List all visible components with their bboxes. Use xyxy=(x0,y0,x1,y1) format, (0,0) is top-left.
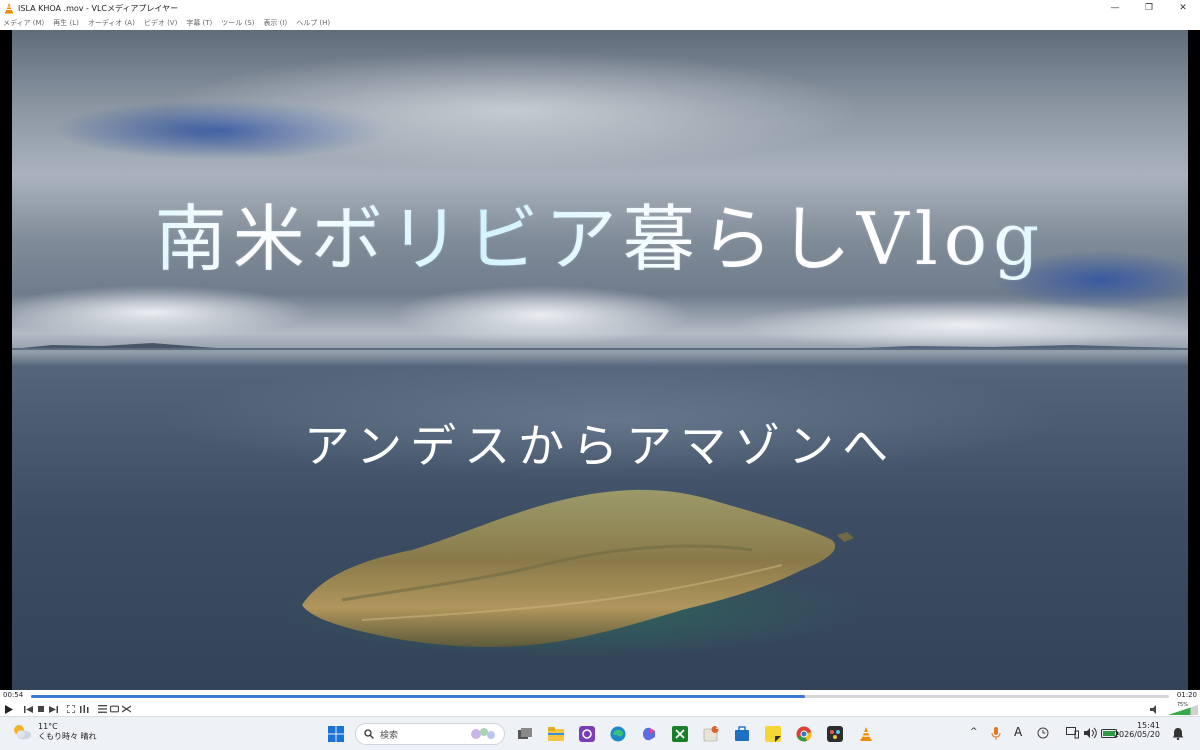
start-button[interactable] xyxy=(327,725,345,743)
task-view-button[interactable] xyxy=(516,725,534,743)
windows-start-icon xyxy=(328,726,344,742)
search-icon xyxy=(364,729,374,739)
app-purple-icon xyxy=(579,726,595,742)
equalizer-icon xyxy=(79,705,88,713)
vlc-cone-icon xyxy=(5,3,13,14)
fullscreen-icon xyxy=(67,705,75,713)
tray-overflow-chevron-icon[interactable]: ^ xyxy=(970,727,978,737)
maximize-button[interactable]: ❐ xyxy=(1132,0,1166,16)
current-time: 00:54 xyxy=(3,691,24,699)
davinci-icon xyxy=(827,726,843,742)
cloud-left xyxy=(12,285,312,340)
minimize-button[interactable]: — xyxy=(1098,0,1132,16)
taskbar: 11°C くもり時々 晴れ 検索 1 ^ A 15:41 2026/05/20 xyxy=(0,716,1200,750)
office-button[interactable]: 1 xyxy=(702,724,720,743)
menu-playback[interactable]: 再生 (L) xyxy=(53,18,79,28)
clock-date: 2026/05/20 xyxy=(1113,730,1160,739)
video-subtitle-overlay: アンデスからアマゾンへ xyxy=(303,419,897,473)
search-placeholder: 検索 xyxy=(380,730,399,741)
weather-description: くもり時々 晴れ xyxy=(38,732,97,741)
speaker-icon[interactable] xyxy=(1150,705,1160,714)
total-time: 01:20 xyxy=(1176,691,1197,699)
title-bar: ISLA KHOA .mov - VLCメディアプレイヤー — ❐ ✕ xyxy=(0,0,1200,16)
play-icon xyxy=(5,704,13,714)
playlist-button[interactable] xyxy=(96,703,108,715)
chrome-button[interactable] xyxy=(795,725,813,743)
taskbar-search[interactable]: 検索 xyxy=(355,723,505,745)
stop-button[interactable] xyxy=(35,703,47,715)
weather-widget[interactable]: 11°C くもり時々 晴れ xyxy=(12,722,97,742)
m365-icon xyxy=(643,727,655,741)
file-explorer-button[interactable] xyxy=(547,725,565,743)
island-image xyxy=(282,489,862,660)
previous-button[interactable] xyxy=(22,703,34,715)
minimize-icon: — xyxy=(1110,3,1120,13)
store-icon xyxy=(735,726,749,741)
fullscreen-button[interactable] xyxy=(65,703,77,715)
m365-button[interactable] xyxy=(640,725,658,743)
restore-icon: ❐ xyxy=(1144,3,1154,13)
chrome-icon xyxy=(796,726,812,742)
menu-video[interactable]: ビデオ (V) xyxy=(144,18,177,28)
search-highlight-icon xyxy=(471,728,495,739)
next-icon xyxy=(48,705,58,713)
microphone-icon[interactable] xyxy=(991,727,1001,740)
edge-icon xyxy=(610,726,626,742)
close-button[interactable]: ✕ xyxy=(1166,0,1200,16)
weather-temperature: 11°C xyxy=(38,722,58,731)
menu-subtitle[interactable]: 字幕 (T) xyxy=(186,18,212,28)
edge-button[interactable] xyxy=(609,725,627,743)
notification-badge: 1 xyxy=(715,724,719,731)
menu-media[interactable]: メディア (M) xyxy=(3,18,44,28)
partly-cloudy-icon xyxy=(14,725,31,740)
store-button[interactable] xyxy=(733,725,751,743)
clock-tray-icon[interactable] xyxy=(1037,727,1049,739)
video-title-overlay: 南米ボリビア暮らしVlog xyxy=(12,180,1188,285)
shuffle-icon xyxy=(121,705,131,713)
shuffle-button[interactable] xyxy=(120,703,132,715)
stop-icon xyxy=(38,706,44,712)
menu-help[interactable]: ヘルプ (H) xyxy=(296,18,330,28)
volume-slider[interactable] xyxy=(1168,705,1198,715)
purple-app-button[interactable] xyxy=(578,725,596,743)
clock-time: 15:41 xyxy=(1136,721,1160,730)
close-icon: ✕ xyxy=(1179,3,1187,13)
playlist-icon xyxy=(97,705,107,713)
next-button[interactable] xyxy=(47,703,59,715)
seek-bar: 00:54 01:20 xyxy=(0,690,1200,702)
seek-slider[interactable] xyxy=(31,695,1169,698)
menu-view[interactable]: 表示 (I) xyxy=(263,18,287,28)
sticky-notes-button[interactable] xyxy=(764,725,782,743)
notification-bell-icon[interactable] xyxy=(1172,727,1184,740)
window-title: ISLA KHOA .mov - VLCメディアプレイヤー xyxy=(18,3,179,13)
seek-progress xyxy=(31,695,805,698)
horizon xyxy=(12,348,1188,350)
xbox-button[interactable] xyxy=(671,725,689,743)
volume-tray-icon[interactable] xyxy=(1084,727,1097,739)
cloud-top xyxy=(162,50,862,170)
network-icon[interactable] xyxy=(1066,727,1079,739)
menu-bar: メディア (M) 再生 (L) オーディオ (A) ビデオ (V) 字幕 (T)… xyxy=(0,16,1200,30)
xbox-icon xyxy=(672,726,688,742)
task-view-icon xyxy=(518,728,532,739)
menu-audio[interactable]: オーディオ (A) xyxy=(88,18,135,28)
menu-tools[interactable]: ツール (S) xyxy=(221,18,254,28)
vlc-taskbar-button[interactable] xyxy=(857,725,875,743)
sticky-notes-icon xyxy=(765,726,781,742)
control-bar: 75% xyxy=(0,702,1200,716)
davinci-button[interactable] xyxy=(826,725,844,743)
previous-icon xyxy=(23,705,33,713)
distant-mountains xyxy=(12,343,1188,350)
video-area[interactable]: 南米ボリビア暮らしVlog アンデスからアマゾンへ xyxy=(0,30,1200,690)
video-frame: 南米ボリビア暮らしVlog アンデスからアマゾンへ xyxy=(12,30,1188,690)
vlc-taskbar-icon xyxy=(860,727,872,741)
play-button[interactable] xyxy=(3,703,15,715)
system-clock[interactable]: 15:41 2026/05/20 xyxy=(1114,721,1160,739)
file-explorer-icon xyxy=(548,727,564,741)
extended-settings-button[interactable] xyxy=(78,703,90,715)
loop-button[interactable] xyxy=(108,703,120,715)
loop-icon xyxy=(109,705,119,713)
ime-indicator[interactable]: A xyxy=(1014,725,1022,739)
